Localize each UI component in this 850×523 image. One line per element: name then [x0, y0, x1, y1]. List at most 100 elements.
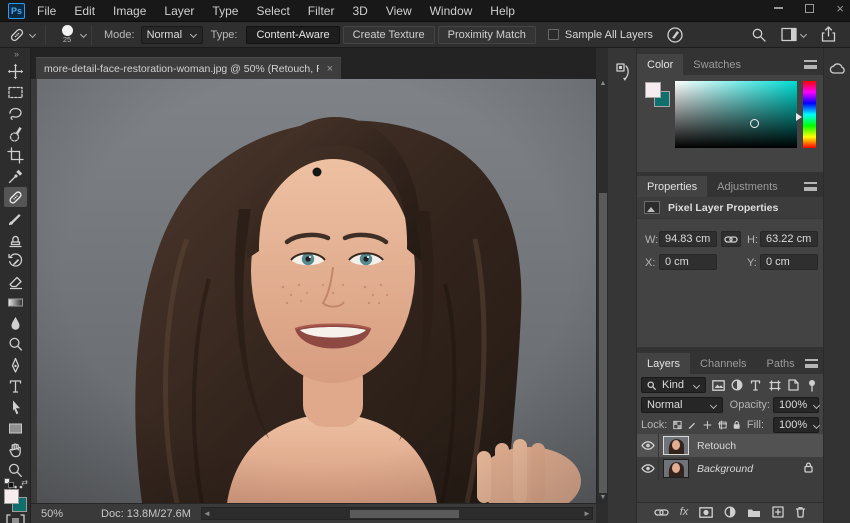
tablet-pressure-icon[interactable] — [665, 25, 685, 45]
layer-row-background[interactable]: Background — [637, 457, 823, 480]
lock-all-icon[interactable] — [733, 419, 741, 431]
move-tool[interactable] — [4, 61, 27, 81]
quick-selection-tool[interactable] — [4, 124, 27, 144]
menu-file[interactable]: File — [28, 4, 65, 18]
menu-filter[interactable]: Filter — [299, 4, 344, 18]
panel-menu-button[interactable] — [804, 182, 817, 191]
swap-colors-icon[interactable]: ⇄ — [21, 478, 28, 487]
minimize-icon[interactable] — [774, 7, 784, 9]
content-aware-button[interactable]: Content-Aware — [246, 25, 340, 44]
marquee-tool[interactable] — [4, 82, 27, 102]
panel-menu-button[interactable] — [804, 60, 817, 69]
foreground-color-swatch[interactable] — [645, 82, 661, 98]
link-dimensions-button[interactable] — [721, 231, 741, 247]
blur-tool[interactable] — [4, 313, 27, 333]
new-layer-icon[interactable] — [772, 506, 784, 518]
filter-type-layers-button[interactable] — [749, 377, 763, 393]
filter-smart-objects-button[interactable] — [786, 377, 800, 393]
crop-tool[interactable] — [4, 145, 27, 165]
y-field[interactable]: 0 cm — [760, 254, 818, 270]
vertical-scroll-thumb[interactable] — [599, 193, 607, 493]
menu-image[interactable]: Image — [104, 4, 155, 18]
gradient-tool[interactable] — [4, 292, 27, 312]
horizontal-scroll-thumb[interactable] — [350, 510, 459, 518]
layer-thumbnail[interactable] — [663, 436, 689, 455]
share-icon[interactable] — [821, 26, 836, 43]
lock-transparency-icon[interactable] — [673, 419, 682, 431]
eyedropper-tool[interactable] — [4, 166, 27, 186]
scroll-left-icon[interactable]: ◄ — [202, 508, 212, 520]
hue-slider-arrow[interactable] — [796, 113, 802, 121]
delete-layer-icon[interactable] — [795, 506, 806, 518]
hue-slider[interactable] — [803, 81, 816, 148]
opacity-select[interactable]: 100% — [773, 397, 819, 413]
tab-paths[interactable]: Paths — [756, 353, 805, 374]
blend-mode-select[interactable]: Normal — [641, 397, 723, 413]
layer-name[interactable]: Retouch — [697, 440, 736, 452]
new-adjustment-layer-icon[interactable] — [724, 506, 736, 518]
pen-tool[interactable] — [4, 355, 27, 375]
tab-color[interactable]: Color — [637, 54, 684, 75]
color-picker-ring[interactable] — [750, 119, 759, 128]
tab-layers[interactable]: Layers — [637, 353, 691, 374]
rectangle-tool[interactable] — [4, 418, 27, 438]
layer-effects-icon[interactable]: fx — [680, 506, 689, 518]
menu-type[interactable]: Type — [203, 4, 247, 18]
menu-view[interactable]: View — [377, 4, 421, 18]
eraser-tool[interactable] — [4, 271, 27, 291]
hand-tool[interactable] — [4, 439, 27, 459]
lock-artboard-icon[interactable] — [717, 419, 728, 431]
visibility-toggle[interactable] — [637, 434, 659, 457]
x-field[interactable]: 0 cm — [659, 254, 717, 270]
lock-paint-icon[interactable] — [688, 419, 697, 431]
spot-healing-brush-tool[interactable] — [4, 187, 27, 207]
foreground-color-swatch[interactable] — [4, 489, 19, 504]
tab-properties[interactable]: Properties — [637, 176, 708, 197]
mode-select[interactable]: Normal — [140, 25, 203, 44]
close-window-icon[interactable]: × — [836, 2, 844, 15]
lock-position-icon[interactable] — [703, 419, 712, 431]
layer-locked-icon[interactable] — [804, 461, 813, 476]
search-icon[interactable] — [751, 27, 767, 43]
brush-tool[interactable] — [4, 208, 27, 228]
horizontal-scrollbar[interactable]: ◄ ► — [201, 507, 593, 520]
document-size-info[interactable]: Doc: 13.8M/27.6M — [101, 508, 191, 520]
workspace-switcher[interactable] — [781, 27, 807, 42]
menu-3d[interactable]: 3D — [343, 4, 376, 18]
history-brush-tool[interactable] — [4, 250, 27, 270]
saturation-brightness-field[interactable] — [675, 81, 797, 148]
layer-row-retouch[interactable]: Retouch — [637, 434, 823, 457]
proximity-match-button[interactable]: Proximity Match — [437, 25, 536, 44]
filter-toggle-pin[interactable] — [805, 377, 819, 393]
tab-swatches[interactable]: Swatches — [683, 54, 751, 75]
path-selection-tool[interactable] — [4, 397, 27, 417]
type-tool[interactable] — [4, 376, 27, 396]
menu-layer[interactable]: Layer — [155, 4, 203, 18]
lasso-tool[interactable] — [4, 103, 27, 123]
chevron-down-icon[interactable] — [80, 31, 87, 38]
visibility-toggle[interactable] — [637, 457, 659, 480]
collapsed-panel-icon[interactable] — [614, 62, 632, 84]
filter-kind-select[interactable]: Kind — [641, 377, 707, 393]
filter-shape-layers-button[interactable] — [768, 377, 782, 393]
zoom-level-field[interactable]: 50% — [41, 508, 63, 520]
fill-select[interactable]: 100% — [773, 417, 819, 433]
menu-edit[interactable]: Edit — [65, 4, 104, 18]
sample-all-layers-checkbox[interactable] — [547, 29, 559, 40]
clone-stamp-tool[interactable] — [4, 229, 27, 249]
menu-help[interactable]: Help — [481, 4, 524, 18]
height-field[interactable]: 63.22 cm — [760, 231, 818, 247]
dodge-tool[interactable] — [4, 334, 27, 354]
width-field[interactable]: 94.83 cm — [659, 231, 717, 247]
screen-mode-button[interactable] — [6, 514, 25, 523]
link-layers-icon[interactable] — [654, 508, 669, 517]
menu-window[interactable]: Window — [421, 4, 482, 18]
tool-preset-picker[interactable] — [0, 26, 41, 44]
tab-channels[interactable]: Channels — [690, 353, 757, 374]
document-tab[interactable]: more-detail-face-restoration-woman.jpg @… — [36, 57, 341, 79]
layer-name[interactable]: Background — [697, 463, 753, 475]
zoom-tool[interactable] — [4, 460, 27, 480]
vertical-scrollbar[interactable]: ▲ ▼ — [596, 79, 608, 503]
scroll-right-icon[interactable]: ► — [582, 508, 592, 520]
new-group-icon[interactable] — [747, 507, 761, 518]
